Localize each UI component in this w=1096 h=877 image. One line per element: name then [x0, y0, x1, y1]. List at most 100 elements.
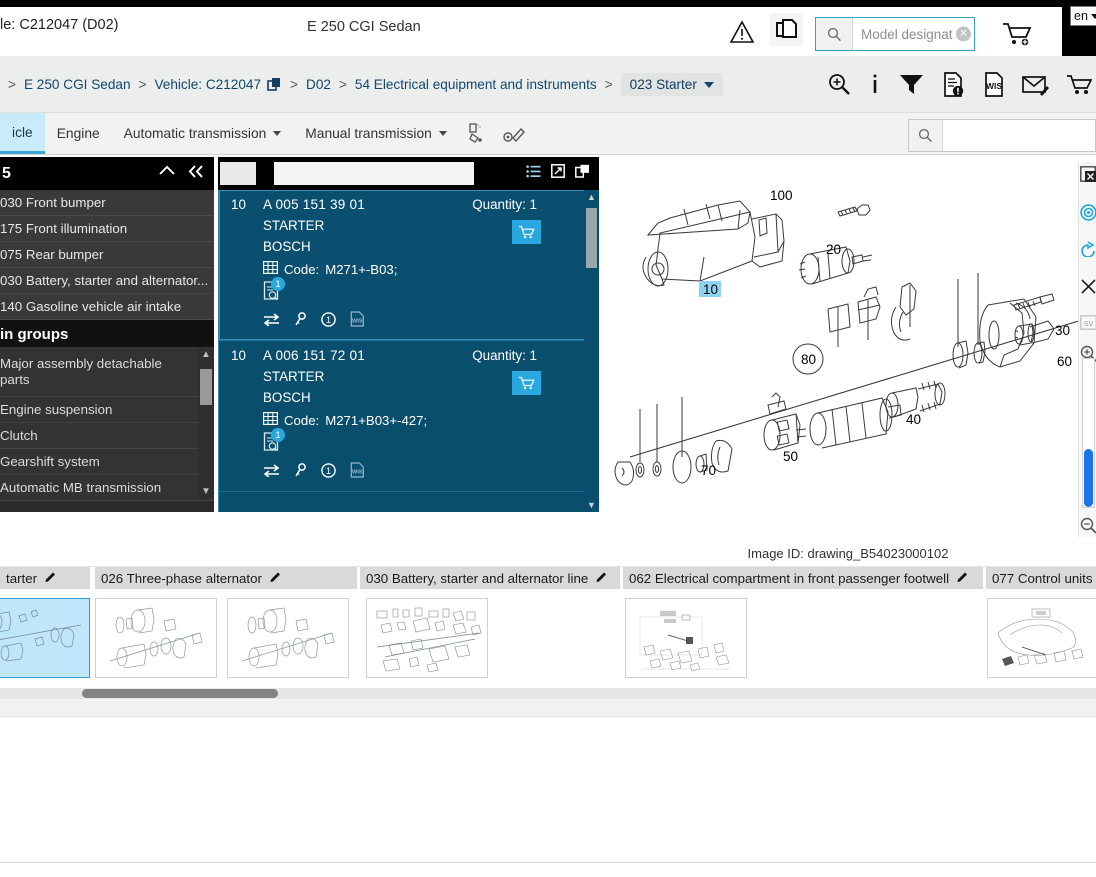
add-to-cart-button[interactable] [512, 220, 541, 244]
breadcrumb-item-0[interactable]: E 250 CGI Sedan [24, 77, 131, 92]
technical-drawing-pane[interactable]: 100 20 30 60 80 40 50 70 10 [600, 157, 1096, 542]
left-panel-item-0[interactable]: 030 Front bumper [0, 190, 214, 216]
scrollbar-thumb[interactable] [586, 208, 597, 268]
breadcrumb-sep: > [339, 77, 347, 92]
left-panel-item-label: 030 Front bumper [0, 195, 106, 210]
left-panel-scrollbar[interactable]: ▲ ▼ [198, 347, 214, 499]
filter-icon[interactable] [898, 72, 925, 97]
wis-icon[interactable]: WIS [350, 311, 365, 332]
clear-search-icon[interactable]: ✕ [956, 27, 971, 42]
tab-manual-transmission[interactable]: Manual transmission [293, 113, 459, 154]
expand-icon[interactable] [551, 164, 565, 183]
tools-icon[interactable] [495, 113, 533, 154]
scroll-down-icon[interactable]: ▼ [201, 486, 211, 497]
scroll-down-icon[interactable]: ▼ [587, 500, 596, 510]
left-panel-group-4[interactable]: Automatic MB transmission [0, 475, 214, 501]
image-id-label: Image ID: drawing_B54023000102 [600, 546, 1096, 561]
scroll-up-icon[interactable]: ▲ [587, 192, 596, 202]
thumbnail-strip[interactable]: tarter [0, 566, 1096, 688]
callout-50: 50 [783, 449, 798, 464]
thumb-group-title[interactable]: 062 Electrical compartment in front pass… [623, 567, 983, 589]
thumb-group-title[interactable]: 030 Battery, starter and alternator line [360, 567, 620, 589]
target-icon[interactable] [1079, 200, 1096, 224]
breadcrumb-item-2[interactable]: D02 [306, 77, 331, 92]
tab-automatic-transmission[interactable]: Automatic transmission [112, 113, 294, 154]
breadcrumb-sep: > [139, 77, 147, 92]
zoom-slider-handle[interactable] [1084, 449, 1093, 507]
exchange-icon[interactable] [263, 464, 280, 482]
tab-search-input[interactable] [943, 120, 1095, 151]
info-icon[interactable] [869, 72, 881, 97]
thumbnail-card[interactable] [95, 598, 217, 678]
info-circle-icon[interactable]: 1 [321, 463, 336, 483]
tab-search-box[interactable] [908, 119, 1096, 152]
thumbnail-card[interactable] [625, 598, 747, 678]
cart-icon[interactable] [1066, 73, 1092, 97]
edit-pencil-icon[interactable] [44, 570, 57, 586]
edit-pencil-icon[interactable] [269, 570, 282, 586]
copy-icon[interactable] [575, 164, 590, 183]
model-search-box[interactable]: Model designat ✕ [815, 17, 975, 51]
scrollbar-thumb[interactable] [200, 369, 212, 405]
left-panel-group-3[interactable]: Gearshift system [0, 449, 214, 475]
document-alert-icon[interactable] [942, 72, 966, 98]
scrollbar-thumb[interactable] [82, 689, 278, 698]
chevron-up-icon[interactable] [158, 164, 176, 183]
zoom-in-icon[interactable] [827, 72, 852, 97]
part-document-badge[interactable]: 1 [263, 432, 285, 454]
warning-triangle-icon[interactable] [729, 20, 755, 44]
cart-add-icon[interactable] [1002, 21, 1036, 49]
key-icon[interactable] [294, 463, 307, 483]
sv-box-icon[interactable]: SV [1079, 310, 1096, 334]
left-panel-group-label: Gearshift system [0, 454, 100, 470]
parts-list-scrollbar[interactable]: ▲ ▼ [584, 190, 599, 512]
scroll-up-icon[interactable]: ▲ [201, 349, 211, 360]
left-panel-group-0[interactable]: Major assembly detachable parts [0, 347, 214, 397]
parts-filter-input[interactable] [274, 162, 474, 185]
left-panel-item-3[interactable]: 030 Battery, starter and alternator... [0, 268, 214, 294]
left-panel-item-1[interactable]: 175 Front illumination [0, 216, 214, 242]
close-box-icon[interactable] [1079, 162, 1096, 186]
tab-engine[interactable]: Engine [45, 113, 112, 154]
zoom-slider[interactable] [1082, 358, 1095, 508]
scissors-cut-icon[interactable] [1079, 274, 1096, 298]
thumbnail-card[interactable] [366, 598, 488, 678]
vehicle-copy-icon[interactable] [267, 77, 282, 92]
svg-text:1: 1 [326, 315, 331, 325]
part-document-badge[interactable]: 1 [263, 281, 285, 303]
tab-vehicle[interactable]: icle [0, 113, 45, 154]
part-row-0[interactable]: 10 A 005 151 39 01 Quantity: 1 STARTER B… [219, 190, 599, 341]
breadcrumb-item-3[interactable]: 54 Electrical equipment and instruments [355, 77, 597, 92]
edit-pencil-icon[interactable] [956, 570, 969, 586]
edit-pencil-icon[interactable] [595, 570, 608, 586]
breadcrumb-current-dropdown[interactable]: 023 Starter [621, 73, 723, 96]
thumb-group-title[interactable]: 026 Three-phase alternator [95, 567, 357, 589]
add-to-cart-button[interactable] [512, 371, 541, 395]
thumbnail-card[interactable] [227, 598, 349, 678]
part-row-1[interactable]: 10 A 006 151 72 01 Quantity: 1 STARTER B… [219, 341, 599, 492]
thumbnail-card[interactable] [987, 598, 1096, 678]
list-view-icon[interactable] [526, 165, 541, 183]
info-circle-icon[interactable]: 1 [321, 312, 336, 332]
thumb-group-title[interactable]: 077 Control units a [986, 567, 1096, 589]
language-selector[interactable]: en [1070, 6, 1096, 26]
left-panel-item-4[interactable]: 140 Gasoline vehicle air intake [0, 294, 214, 320]
thumb-group-title[interactable]: tarter [0, 567, 90, 589]
left-panel-group-1[interactable]: Engine suspension [0, 397, 214, 423]
wis-icon[interactable]: WIS [350, 462, 365, 483]
mail-edit-icon[interactable] [1022, 73, 1049, 97]
exchange-icon[interactable] [263, 313, 280, 331]
left-panel-group-2[interactable]: Clutch [0, 423, 214, 449]
paint-spray-icon[interactable] [459, 113, 495, 154]
breadcrumb-item-1[interactable]: Vehicle: C212047 [154, 77, 261, 92]
double-chevron-left-icon[interactable] [187, 164, 205, 184]
wis-document-icon[interactable]: WIS [983, 72, 1005, 98]
thumbnail-card[interactable] [0, 598, 90, 678]
thumbnail-strip-scrollbar[interactable] [0, 688, 1096, 699]
parts-list[interactable]: 10 A 005 151 39 01 Quantity: 1 STARTER B… [218, 190, 599, 512]
left-panel-item-2[interactable]: 075 Rear bumper [0, 242, 214, 268]
rotate-undo-icon[interactable] [1079, 236, 1096, 260]
copy-documents-icon[interactable] [770, 13, 803, 46]
key-icon[interactable] [294, 312, 307, 332]
zoom-out-icon[interactable] [1079, 514, 1096, 536]
